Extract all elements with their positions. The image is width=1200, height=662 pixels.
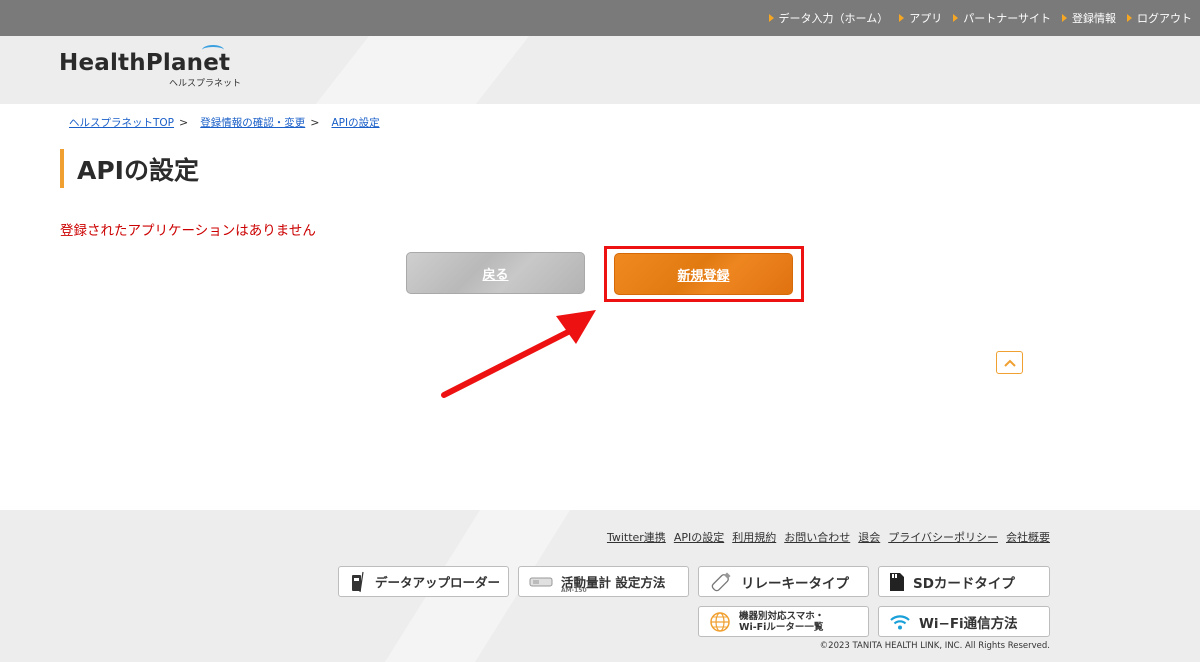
footer-link-withdraw[interactable]: 退会 — [858, 529, 880, 545]
breadcrumb-account[interactable]: 登録情報の確認・変更 — [200, 115, 305, 130]
page-title-block: APIの設定 — [60, 149, 199, 188]
footer-link-contact[interactable]: お問い合わせ — [784, 529, 850, 545]
footer-link-terms[interactable]: 利用規約 — [732, 529, 776, 545]
chevron-up-icon — [1003, 359, 1016, 367]
site-header: HealthPlanet ヘルスプラネット — [0, 36, 1200, 104]
logo-subtext: ヘルスプラネット — [169, 79, 242, 89]
triangle-icon — [1062, 14, 1067, 22]
wifi-icon — [889, 613, 911, 631]
top-nav-app[interactable]: アプリ — [899, 10, 942, 26]
wifi-method-label: Wi−Fi通信方法 — [919, 615, 1018, 632]
sd-card-type-button[interactable]: SDカードタイプ — [878, 566, 1050, 597]
sd-card-label: SDカードタイプ — [913, 575, 1015, 592]
triangle-icon — [768, 14, 774, 22]
breadcrumb-api[interactable]: APIの設定 — [331, 115, 379, 130]
data-uploader-button[interactable]: データアップローダー — [338, 566, 509, 597]
no-apps-message: 登録されたアプリケーションはありません — [60, 223, 316, 239]
triangle-icon — [1127, 14, 1132, 22]
back-button[interactable]: 戻る — [406, 252, 585, 294]
globe-icon — [709, 611, 731, 633]
triangle-icon — [953, 14, 959, 22]
compatible-devices-label: 機器別対応スマホ・ Wi-Fiルーター一覧 — [739, 610, 825, 633]
relay-key-label: リレーキータイプ — [741, 575, 849, 592]
footer-link-privacy[interactable]: プライバシーポリシー — [888, 529, 998, 545]
relay-key-icon — [709, 571, 733, 593]
footer-link-api[interactable]: APIの設定 — [674, 529, 724, 545]
site-footer: Twitter連携 APIの設定 利用規約 お問い合わせ 退会 プライバシーポリ… — [0, 510, 1200, 662]
footer-link-twitter[interactable]: Twitter連携 — [607, 529, 666, 545]
activity-meter-setup-button[interactable]: 活動量計 設定方法 AM-150 — [518, 566, 689, 597]
activity-meter-model: AM-150 — [561, 587, 587, 594]
breadcrumb-top[interactable]: ヘルスプラネットTOP — [69, 115, 174, 130]
breadcrumb-separator: > — [179, 116, 189, 129]
compatible-devices-button[interactable]: 機器別対応スマホ・ Wi-Fiルーター一覧 — [698, 606, 869, 637]
triangle-icon — [899, 14, 905, 22]
back-to-top-button[interactable] — [996, 351, 1023, 374]
healthplanet-logo[interactable]: HealthPlanet ヘルスプラネット — [59, 45, 241, 89]
footer-link-company[interactable]: 会社概要 — [1006, 529, 1050, 545]
top-nav-data-input[interactable]: データ入力（ホーム） — [768, 10, 888, 26]
breadcrumb: ヘルスプラネットTOP > 登録情報の確認・変更 > APIの設定 — [69, 115, 380, 130]
footer-links: Twitter連携 APIの設定 利用規約 お問い合わせ 退会 プライバシーポリ… — [599, 529, 1050, 545]
top-nav-partner[interactable]: パートナーサイト — [953, 10, 1051, 26]
new-register-button[interactable]: 新規登録 — [614, 253, 793, 295]
top-nav: データ入力（ホーム） アプリ パートナーサイト 登録情報 ログアウト — [758, 0, 1192, 36]
top-nav-account[interactable]: 登録情報 — [1062, 10, 1116, 26]
wifi-method-button[interactable]: Wi−Fi通信方法 — [878, 606, 1050, 637]
breadcrumb-separator: > — [310, 116, 320, 129]
top-bar: データ入力（ホーム） アプリ パートナーサイト 登録情報 ログアウト — [0, 0, 1200, 36]
relay-key-type-button[interactable]: リレーキータイプ — [698, 566, 869, 597]
top-nav-logout[interactable]: ログアウト — [1127, 10, 1192, 26]
sd-card-icon — [889, 572, 905, 592]
data-uploader-label: データアップローダー — [375, 575, 501, 590]
logo-text: HealthPlanet — [59, 50, 231, 76]
copyright: ©2023 TANITA HEALTH LINK, INC. All Right… — [819, 641, 1050, 651]
activity-meter-icon — [529, 576, 553, 588]
page-title: APIの設定 — [77, 155, 199, 185]
uploader-device-icon — [349, 570, 367, 594]
